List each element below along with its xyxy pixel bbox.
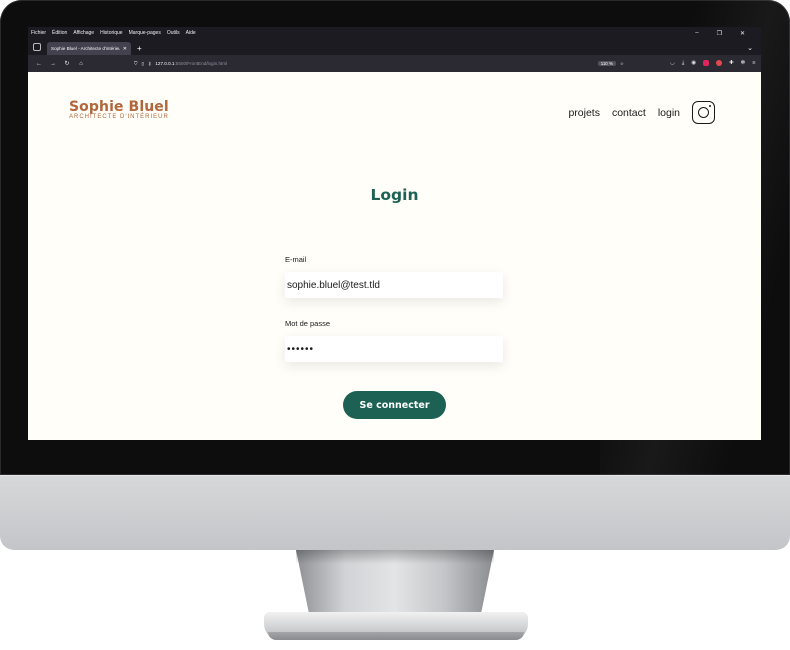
nav-link-contact[interactable]: contact bbox=[612, 107, 646, 119]
url-bar[interactable]: ⛉ ▯ ⚷ 127.0.0.1 :5500/FrontEnd/login.htm… bbox=[134, 58, 624, 69]
login-form: E-mail sophie.bluel@test.tld Mot de pass… bbox=[285, 255, 503, 383]
site-nav: projets contact login bbox=[556, 101, 715, 124]
url-path: :5500/FrontEnd/login.html bbox=[174, 61, 228, 66]
minimize-icon[interactable]: – bbox=[695, 30, 698, 37]
login-submit-button[interactable]: Se connecter bbox=[343, 391, 446, 419]
web-page: Sophie Bluel ARCHITECTE D'INTÉRIEUR proj… bbox=[28, 72, 761, 440]
browser-navbar: ← → ↻ ⌂ ⛉ ▯ ⚷ 127.0.0.1 :5500/FrontEnd/l… bbox=[28, 55, 761, 72]
new-tab-button[interactable]: + bbox=[137, 44, 142, 53]
password-label: Mot de passe bbox=[285, 319, 331, 328]
account-icon[interactable]: ◉ bbox=[691, 60, 696, 67]
site-logo[interactable]: Sophie Bluel ARCHITECTE D'INTÉRIEUR bbox=[69, 100, 169, 121]
forward-icon[interactable]: → bbox=[46, 61, 60, 67]
close-tab-icon[interactable]: ✕ bbox=[123, 46, 127, 52]
menu-affichage[interactable]: Affichage bbox=[73, 30, 94, 36]
close-window-icon[interactable]: ✕ bbox=[740, 30, 745, 37]
menu-marque-pages[interactable]: Marque-pages bbox=[129, 30, 161, 36]
browser-tabbar: Sophie Bluel - Architecte d'intérieur ✕ … bbox=[28, 39, 761, 55]
shield-icon[interactable]: ⛉ bbox=[134, 61, 137, 66]
menu-outils[interactable]: Outils bbox=[167, 30, 180, 36]
monitor-base-edge bbox=[268, 632, 524, 640]
tab-title: Sophie Bluel - Architecte d'intérieur bbox=[51, 46, 120, 51]
record-extension-icon[interactable] bbox=[716, 60, 723, 66]
key-icon[interactable]: ⚷ bbox=[148, 61, 151, 67]
menu-historique[interactable]: Historique bbox=[100, 30, 123, 36]
nav-link-login[interactable]: login bbox=[658, 107, 680, 119]
screen: Fichier Édition Affichage Historique Mar… bbox=[28, 27, 761, 440]
login-title: Login bbox=[370, 186, 419, 204]
tab-list-icon[interactable]: ⌄ bbox=[747, 44, 753, 52]
logo-name: Sophie Bluel bbox=[69, 99, 169, 115]
hamburger-menu-icon[interactable]: ≡ bbox=[752, 60, 755, 67]
reload-icon[interactable]: ↻ bbox=[60, 60, 74, 67]
menu-aide[interactable]: Aide bbox=[186, 30, 196, 36]
stand-shadow bbox=[296, 550, 494, 564]
browser-menubar: Fichier Édition Affichage Historique Mar… bbox=[28, 27, 761, 39]
zoom-badge[interactable]: 110 % bbox=[597, 61, 616, 66]
pocket-icon[interactable]: ◡ bbox=[670, 60, 675, 67]
home-icon[interactable]: ⌂ bbox=[74, 61, 88, 67]
password-field[interactable]: •••••• bbox=[285, 336, 503, 362]
firefox-view-icon[interactable] bbox=[33, 43, 41, 51]
toolbar-icons: ◡ ⤓ ◉ ✚ ✻ ≡ bbox=[670, 60, 756, 67]
url-host: 127.0.0.1 bbox=[155, 61, 175, 66]
page-icon: ▯ bbox=[141, 60, 144, 66]
puzzle-extensions-icon[interactable]: ✚ bbox=[729, 60, 734, 67]
browser-tab[interactable]: Sophie Bluel - Architecte d'intérieur ✕ bbox=[47, 42, 131, 55]
extension-badge-icon[interactable] bbox=[703, 60, 710, 66]
email-label: E-mail bbox=[285, 255, 307, 264]
nav-link-projets[interactable]: projets bbox=[568, 107, 600, 119]
menu-fichier[interactable]: Fichier bbox=[31, 30, 46, 36]
maximize-icon[interactable]: ❐ bbox=[717, 30, 722, 37]
instagram-icon[interactable] bbox=[692, 101, 715, 124]
bookmark-star-icon[interactable]: ☆ bbox=[620, 61, 624, 67]
menu-edition[interactable]: Édition bbox=[52, 30, 67, 36]
back-icon[interactable]: ← bbox=[32, 61, 46, 67]
monitor: Fichier Édition Affichage Historique Mar… bbox=[0, 0, 790, 550]
email-field[interactable]: sophie.bluel@test.tld bbox=[285, 272, 503, 298]
monitor-chin bbox=[0, 475, 790, 550]
logo-subtitle: ARCHITECTE D'INTÉRIEUR bbox=[69, 114, 169, 120]
settings-gear-icon[interactable]: ✻ bbox=[741, 60, 746, 67]
download-icon[interactable]: ⤓ bbox=[682, 60, 684, 67]
